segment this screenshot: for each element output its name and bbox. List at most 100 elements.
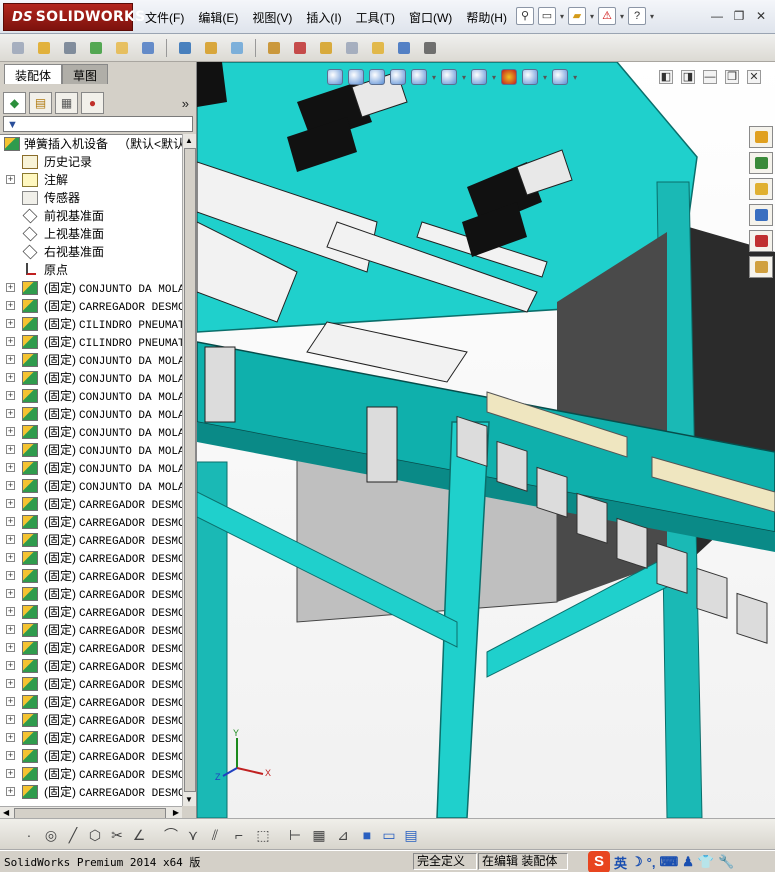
expand-toggle[interactable]: + bbox=[6, 517, 15, 526]
new-document-icon[interactable]: ▭ bbox=[538, 7, 556, 25]
feature-tree-icon[interactable]: ◆ bbox=[3, 92, 26, 114]
tree-component-row[interactable]: + (固定) CARREGADOR DESMC bbox=[0, 675, 182, 693]
grid-icon[interactable]: ▦ bbox=[310, 826, 328, 844]
restore-icon[interactable]: ❐ bbox=[731, 8, 747, 24]
angle-icon[interactable]: ∠ bbox=[130, 826, 148, 844]
tile-right-icon[interactable]: ◨ bbox=[681, 70, 695, 84]
warning-icon[interactable]: ⚠ bbox=[598, 7, 617, 25]
expand-toggle[interactable]: + bbox=[6, 409, 15, 418]
tree-component-row[interactable]: + (固定) CARREGADOR DESMC bbox=[0, 513, 182, 531]
scroll-up-icon[interactable]: ▲ bbox=[185, 136, 193, 145]
zoom-area-icon[interactable] bbox=[348, 69, 364, 85]
smart-fasteners-icon[interactable] bbox=[112, 38, 132, 58]
tree-component-row[interactable]: + (固定) CARREGADOR DESMC bbox=[0, 765, 182, 783]
tree-item-history[interactable]: 历史记录 bbox=[0, 153, 182, 171]
tree-item-right-plane[interactable]: 右视基准面 bbox=[0, 243, 182, 261]
menu-insert[interactable]: 插入(I) bbox=[306, 9, 341, 26]
expand-toggle[interactable]: + bbox=[6, 445, 15, 454]
view-palette-icon[interactable] bbox=[749, 204, 773, 226]
tree-component-row[interactable]: + (固定) CARREGADOR DESMC bbox=[0, 531, 182, 549]
dropdown-arrow-icon[interactable]: ▾ bbox=[492, 73, 496, 82]
tree-item-sensors[interactable]: 传感器 bbox=[0, 189, 182, 207]
tree-component-row[interactable]: + (固定) CARREGADOR DESMC bbox=[0, 585, 182, 603]
clearance-verification-icon[interactable] bbox=[394, 38, 414, 58]
settings-wrench-icon[interactable]: 🔧 bbox=[718, 854, 734, 870]
property-manager-icon[interactable]: ▤ bbox=[29, 92, 52, 114]
tree-component-row[interactable]: + (固定) CONJUNTO DA MOLA bbox=[0, 387, 182, 405]
tree-component-row[interactable]: + (固定) CARREGADOR DESMC bbox=[0, 297, 182, 315]
menu-tools[interactable]: 工具(T) bbox=[356, 9, 395, 26]
tree-component-row[interactable]: + (固定) CILINDRO PNEUMAT bbox=[0, 333, 182, 351]
view-settings-icon[interactable] bbox=[552, 69, 569, 85]
tree-component-row[interactable]: + (固定) CARREGADOR DESMC bbox=[0, 495, 182, 513]
tree-component-row[interactable]: + (固定) CARREGADOR DESMC bbox=[0, 603, 182, 621]
expand-toggle[interactable]: + bbox=[6, 481, 15, 490]
hide-show-items-icon[interactable] bbox=[471, 69, 488, 85]
expand-toggle[interactable]: + bbox=[6, 715, 15, 724]
new-dropdown-arrow[interactable]: ▾ bbox=[560, 12, 564, 21]
appearances-icon[interactable] bbox=[749, 230, 773, 252]
construction-icon[interactable]: ⬚ bbox=[254, 826, 272, 844]
expand-toggle[interactable]: + bbox=[6, 769, 15, 778]
new-motion-study-icon[interactable] bbox=[264, 38, 284, 58]
scroll-down-icon[interactable]: ▼ bbox=[185, 795, 193, 804]
sogou-ime-icon[interactable]: S bbox=[588, 851, 610, 872]
expand-toggle[interactable]: + bbox=[6, 787, 15, 796]
keyboard-icon[interactable]: ⌨ bbox=[659, 854, 678, 870]
tree-component-row[interactable]: + (固定) CARREGADOR DESMC bbox=[0, 693, 182, 711]
relation-icon[interactable]: ⊿ bbox=[334, 826, 352, 844]
tree-vertical-scrollbar[interactable]: ▲ ▼ bbox=[182, 134, 196, 806]
fillet-icon[interactable]: ⌒ bbox=[162, 826, 180, 844]
expand-toggle[interactable]: + bbox=[6, 607, 15, 616]
assembly-model-view[interactable] bbox=[197, 62, 775, 818]
mate-icon[interactable] bbox=[34, 38, 54, 58]
punctuation-icon[interactable]: °, bbox=[647, 855, 656, 870]
ime-language[interactable]: 英 bbox=[614, 853, 627, 872]
scroll-left-icon[interactable]: ◀ bbox=[3, 808, 9, 817]
dropdown-arrow-icon[interactable]: ▾ bbox=[573, 73, 577, 82]
tree-component-row[interactable]: + (固定) CARREGADOR DESMC bbox=[0, 711, 182, 729]
offset-icon[interactable]: ⫽ bbox=[206, 826, 224, 844]
tree-component-row[interactable]: + (固定) CONJUNTO DA MOLA bbox=[0, 351, 182, 369]
tree-component-row[interactable]: + (固定) CARREGADOR DESMC bbox=[0, 549, 182, 567]
exploded-view-icon[interactable] bbox=[316, 38, 336, 58]
trim-icon[interactable]: ✂ bbox=[108, 826, 126, 844]
expand-toggle[interactable]: + bbox=[6, 571, 15, 580]
expand-toggle[interactable]: + bbox=[6, 391, 15, 400]
custom-properties-icon[interactable] bbox=[749, 256, 773, 278]
display-manager-icon[interactable]: ● bbox=[81, 92, 104, 114]
expand-toggle[interactable]: + bbox=[6, 661, 15, 670]
half-width-icon[interactable]: ☽ bbox=[631, 854, 643, 870]
edit-appearance-icon[interactable] bbox=[501, 69, 518, 85]
help-dropdown-arrow[interactable]: ▾ bbox=[650, 12, 654, 21]
menu-view[interactable]: 视图(V) bbox=[252, 9, 292, 26]
file-explorer-icon[interactable] bbox=[749, 178, 773, 200]
expand-toggle[interactable]: + bbox=[6, 589, 15, 598]
tree-component-row[interactable]: + (固定) CARREGADOR DESMC bbox=[0, 621, 182, 639]
expand-toggle[interactable]: + bbox=[6, 427, 15, 436]
graphics-area[interactable]: ▾ ▾ ▾ ▾ ▾ ◧ ◨ — ❐ ✕ Y X Z bbox=[197, 62, 775, 818]
tree-component-row[interactable]: + (固定) CARREGADOR DESMC bbox=[0, 639, 182, 657]
expand-toggle[interactable]: + bbox=[6, 553, 15, 562]
restore-icon[interactable]: ❐ bbox=[725, 70, 739, 84]
point-icon[interactable]: · bbox=[20, 826, 38, 844]
tree-component-row[interactable]: + (固定) CONJUNTO DA MOLA bbox=[0, 423, 182, 441]
design-library-icon[interactable] bbox=[749, 152, 773, 174]
open-dropdown-arrow[interactable]: ▾ bbox=[590, 12, 594, 21]
reference-geometry-icon[interactable] bbox=[227, 38, 247, 58]
shaded-cube-icon[interactable]: ■ bbox=[358, 826, 376, 844]
skin-icon[interactable]: 👕 bbox=[698, 854, 714, 870]
tree-component-row[interactable]: + (固定) CARREGADOR DESMC bbox=[0, 729, 182, 747]
tree-component-row[interactable]: + (固定) CILINDRO PNEUMAT bbox=[0, 315, 182, 333]
expand-toggle[interactable]: + bbox=[6, 463, 15, 472]
tree-item-front-plane[interactable]: 前视基准面 bbox=[0, 207, 182, 225]
display-style-icon[interactable] bbox=[441, 69, 458, 85]
paperclip-icon[interactable] bbox=[60, 38, 80, 58]
expand-toggle[interactable]: + bbox=[6, 535, 15, 544]
expand-toggle[interactable]: + bbox=[6, 283, 15, 292]
expand-toggle[interactable]: + bbox=[6, 319, 15, 328]
circle-icon[interactable]: ◎ bbox=[42, 826, 60, 844]
expand-toggle[interactable]: + bbox=[6, 373, 15, 382]
menu-window[interactable]: 窗口(W) bbox=[409, 9, 452, 26]
table-icon[interactable]: ▤ bbox=[402, 826, 420, 844]
